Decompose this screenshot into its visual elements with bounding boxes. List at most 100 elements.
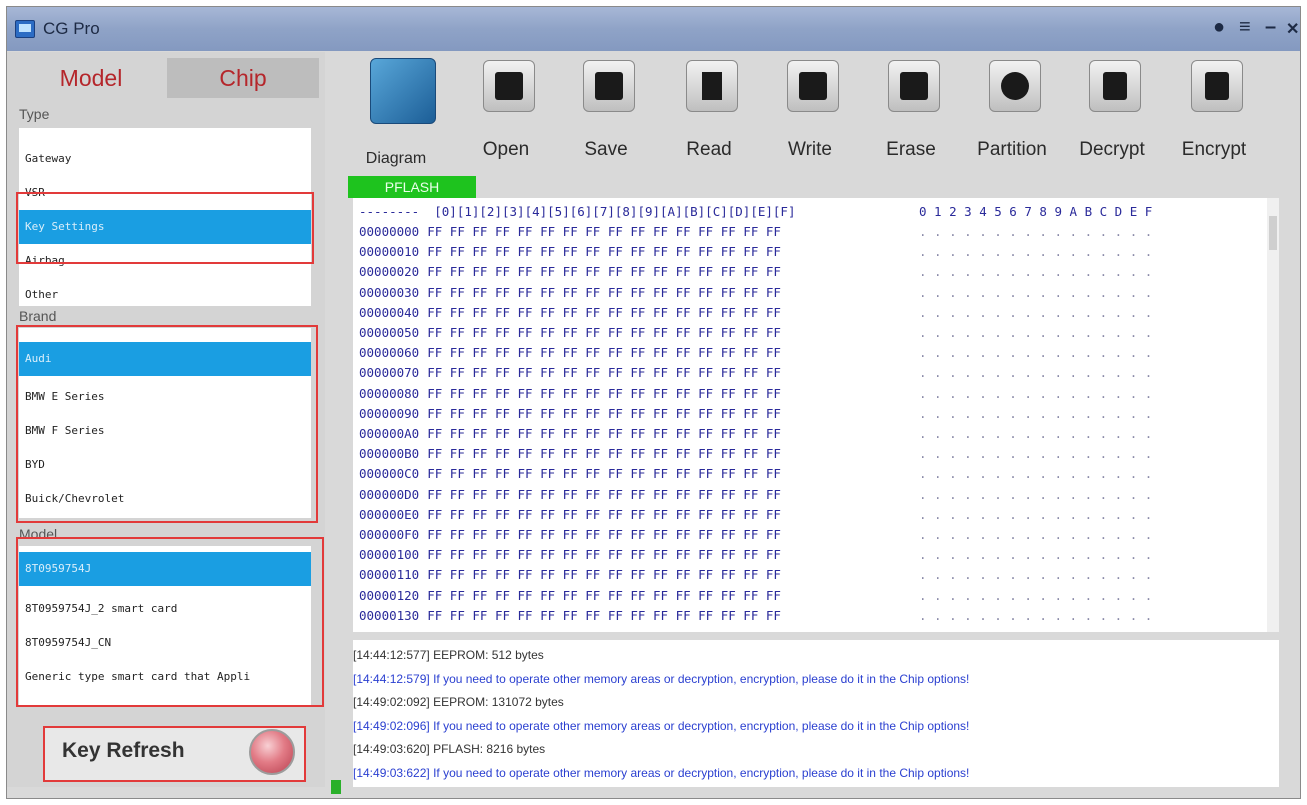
hex-ascii: . . . . . . . . . . . . . . . . (919, 224, 1153, 239)
hex-address: 00000100 (359, 547, 420, 563)
tool-label: Write (788, 139, 832, 160)
title-bar: CG Pro ● ≡ – ✕ (7, 7, 1300, 51)
log-line: [14:49:03:622] If you need to operate ot… (353, 765, 970, 780)
hex-address: 00000000 (359, 224, 420, 239)
tab-chip[interactable]: Chip (167, 58, 319, 98)
hex-ascii: . . . . . . . . . . . . . . . . (919, 506, 1153, 522)
hex-ascii: . . . . . . . . . . . . . . . . (919, 365, 1153, 381)
hex-bytes: FF FF FF FF FF FF FF FF FF FF FF FF FF F… (427, 527, 781, 542)
hex-address: 000000E0 (359, 506, 420, 522)
lock-icon (1089, 60, 1141, 112)
hourglass-icon (686, 60, 738, 112)
list-item[interactable]: Gateway (19, 142, 311, 176)
minimize-icon[interactable]: – (1265, 16, 1276, 39)
hex-address: 00000040 (359, 304, 420, 320)
hex-row[interactable]: 00000080 FF FF FF FF FF FF FF FF FF FF FF… (359, 385, 1152, 402)
hex-address: 00000020 (359, 264, 420, 280)
hex-bytes: FF FF FF FF FF FF FF FF FF FF FF FF FF F… (427, 405, 781, 421)
log-line: [14:49:02:092] EEPROM: 131072 bytes (353, 695, 564, 709)
hex-ascii: . . . . . . . . . . . . . . . . (919, 486, 1153, 502)
floppy-icon (583, 60, 635, 112)
close-icon[interactable]: ✕ (1286, 19, 1299, 39)
toolbar: Diagram Open Save Read Write Erase Parti… (346, 52, 1286, 172)
hex-row[interactable]: 00000110 FF FF FF FF FF FF FF FF FF FF FF… (359, 567, 1152, 583)
hex-address: 00000010 (359, 244, 420, 260)
hex-header-ascii: 0 1 2 3 4 5 6 7 8 9 A B C D E F (919, 204, 1153, 219)
hex-ascii: . . . . . . . . . . . . . . . . (919, 405, 1153, 421)
save-button[interactable]: Save (556, 52, 656, 172)
open-button[interactable]: Open (456, 52, 556, 172)
pie-icon (989, 60, 1041, 112)
hex-bytes: FF FF FF FF FF FF FF FF FF FF FF FF FF F… (427, 325, 781, 340)
hex-row[interactable]: 00000060 FF FF FF FF FF FF FF FF FF FF FF… (359, 345, 1152, 361)
status-indicator (331, 780, 341, 794)
person-icon[interactable]: ● (1213, 16, 1225, 39)
hex-bytes: FF FF FF FF FF FF FF FF FF FF FF FF FF F… (427, 345, 781, 361)
lock-gear-icon (1191, 60, 1243, 112)
tool-label: Decrypt (1079, 139, 1145, 160)
hex-ascii: . . . . . . . . . . . . . . . . (919, 284, 1153, 300)
tool-label: Partition (977, 139, 1047, 160)
hex-ascii: . . . . . . . . . . . . . . . . (919, 304, 1153, 320)
hex-ascii: . . . . . . . . . . . . . . . . (919, 446, 1153, 462)
hex-row[interactable]: 000000C0 FF FF FF FF FF FF FF FF FF FF FF… (359, 466, 1152, 482)
hex-bytes: FF FF FF FF FF FF FF FF FF FF FF FF FF F… (427, 466, 781, 482)
write-button[interactable]: Write (760, 52, 860, 172)
decrypt-button[interactable]: Decrypt (1062, 52, 1162, 172)
hex-row[interactable]: 000000B0 FF FF FF FF FF FF FF FF FF FF FF… (359, 446, 1152, 462)
hex-address: 00000060 (359, 345, 420, 361)
folder-icon (483, 60, 535, 112)
hex-address: 00000070 (359, 365, 420, 381)
hex-row[interactable]: 00000130 FF FF FF FF FF FF FF FF FF FF FF… (359, 607, 1152, 624)
hex-address: 00000090 (359, 405, 420, 421)
eraser-icon (888, 60, 940, 112)
hex-row[interactable]: 00000030 FF FF FF FF FF FF FF FF FF FF FF… (359, 284, 1152, 301)
tool-label: Save (584, 139, 628, 160)
erase-button[interactable]: Erase (861, 52, 961, 172)
hex-address: 00000050 (359, 325, 420, 340)
tab-model[interactable]: Model (15, 58, 167, 98)
encrypt-button[interactable]: Encrypt (1164, 52, 1264, 172)
diagram-button[interactable]: Diagram (346, 52, 446, 172)
hex-row[interactable]: 00000010 FF FF FF FF FF FF FF FF FF FF FF… (359, 244, 1152, 260)
hex-row[interactable]: 000000A0 FF FF FF FF FF FF FF FF FF FF FF… (359, 426, 1152, 442)
hex-row[interactable]: 000000F0 FF FF FF FF FF FF FF FF FF FF FF… (359, 527, 1152, 543)
hex-row[interactable]: 00000120 FF FF FF FF FF FF FF FF FF FF FF… (359, 587, 1152, 604)
highlight-box (16, 192, 314, 264)
hex-row[interactable]: 00000000 FF FF FF FF FF FF FF FF FF FF FF… (359, 224, 1152, 240)
menu-icon[interactable]: ≡ (1239, 16, 1251, 39)
hex-row[interactable]: 000000D0 FF FF FF FF FF FF FF FF FF FF FF… (359, 486, 1152, 503)
hex-address: 000000D0 (359, 486, 420, 502)
hex-bytes: FF FF FF FF FF FF FF FF FF FF FF FF FF F… (427, 304, 781, 320)
hex-row[interactable]: 00000020 FF FF FF FF FF FF FF FF FF FF FF… (359, 264, 1152, 280)
tool-label: Diagram (365, 150, 427, 167)
partition-button[interactable]: Partition (962, 52, 1062, 172)
tool-label: Read (686, 139, 732, 160)
highlight-box (16, 325, 318, 523)
hex-row[interactable]: 000000E0 FF FF FF FF FF FF FF FF FF FF FF… (359, 506, 1152, 523)
hex-row[interactable]: 00000070 FF FF FF FF FF FF FF FF FF FF FF… (359, 365, 1152, 381)
hex-row[interactable]: 00000050 FF FF FF FF FF FF FF FF FF FF FF… (359, 325, 1152, 341)
type-label: Type (19, 106, 50, 122)
hex-bytes: FF FF FF FF FF FF FF FF FF FF FF FF FF F… (427, 607, 781, 623)
hex-address: 00000080 (359, 385, 420, 401)
hex-bytes: FF FF FF FF FF FF FF FF FF FF FF FF FF F… (427, 446, 781, 462)
hex-bytes: FF FF FF FF FF FF FF FF FF FF FF FF FF F… (427, 365, 781, 381)
hex-bytes: FF FF FF FF FF FF FF FF FF FF FF FF FF F… (427, 284, 781, 300)
hex-ascii: . . . . . . . . . . . . . . . . (919, 385, 1153, 401)
list-item[interactable]: Other (19, 278, 311, 306)
read-button[interactable]: Read (659, 52, 759, 172)
hex-row[interactable]: 00000040 FF FF FF FF FF FF FF FF FF FF FF… (359, 304, 1152, 321)
hex-bytes: FF FF FF FF FF FF FF FF FF FF FF FF FF F… (427, 547, 781, 563)
hex-view[interactable]: -------- [0][1][2][3][4][5][6][7][8][9][… (353, 198, 1279, 632)
hex-row[interactable]: 00000090 FF FF FF FF FF FF FF FF FF FF FF… (359, 405, 1152, 422)
highlight-box (16, 537, 324, 707)
hex-ascii: . . . . . . . . . . . . . . . . (919, 466, 1153, 482)
hex-bytes: FF FF FF FF FF FF FF FF FF FF FF FF FF F… (427, 587, 781, 603)
hex-address: 000000C0 (359, 466, 420, 482)
hex-ascii: . . . . . . . . . . . . . . . . (919, 325, 1153, 340)
hex-scrollbar[interactable] (1267, 198, 1279, 632)
hex-ascii: . . . . . . . . . . . . . . . . (919, 527, 1153, 542)
app-icon (15, 20, 35, 38)
hex-row[interactable]: 00000100 FF FF FF FF FF FF FF FF FF FF FF… (359, 547, 1152, 563)
